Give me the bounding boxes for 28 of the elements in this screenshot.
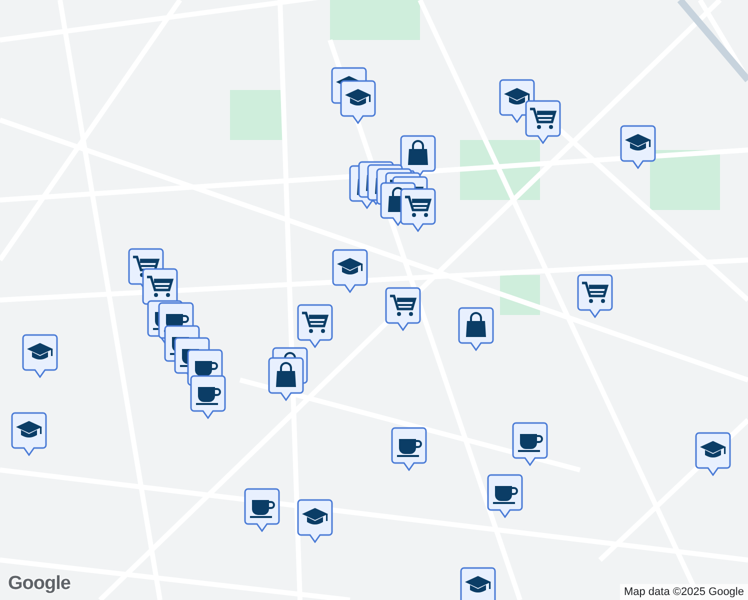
shopping-cart-icon [405, 196, 432, 217]
graduation-cap-icon [302, 508, 328, 524]
shopping-cart-icon [302, 312, 329, 333]
shopping-bag-icon [408, 140, 428, 165]
coffee-cup-icon [250, 500, 275, 518]
shopping-cart-icon [530, 108, 557, 129]
shopping-cart-icon [147, 276, 174, 297]
coffee-cup-icon [493, 486, 518, 504]
google-logo: Google [8, 573, 70, 595]
graduation-cap-icon [337, 258, 363, 274]
coffee-cup-icon [397, 439, 422, 457]
graduation-cap-icon [27, 343, 53, 360]
coffee-cup-icon [518, 434, 543, 452]
coffee-cup-icon [196, 387, 221, 405]
park-area [650, 150, 720, 210]
graduation-cap-icon [16, 421, 42, 438]
shopping-cart-icon [582, 282, 609, 303]
shopping-bag-icon [276, 362, 296, 387]
map-marker[interactable] [460, 567, 496, 600]
graduation-cap-icon [504, 88, 530, 104]
shopping-cart-icon [390, 294, 417, 316]
shopping-bag-icon [466, 312, 486, 337]
graduation-cap-icon [345, 89, 371, 106]
map-attribution: Map data ©2025 Google [620, 584, 748, 600]
graduation-cap-icon [625, 134, 651, 150]
graduation-cap-icon [700, 441, 726, 458]
park-area [230, 90, 285, 140]
graduation-cap-icon [465, 576, 491, 592]
